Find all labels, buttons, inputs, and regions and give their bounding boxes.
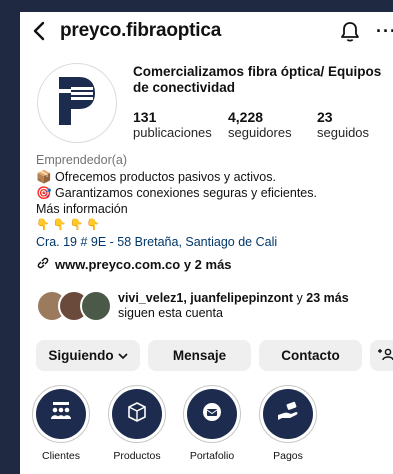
followed-by-suffix: siguen esta cuenta [118, 306, 223, 320]
bio-line-products: 📦 Ofrecemos productos pasivos y activos. [36, 170, 276, 184]
bio-line-guarantee: 🎯 Garantizamos conexiones seguras y efic… [36, 186, 317, 200]
preyco-logo-icon [55, 75, 99, 132]
highlight-clientes[interactable]: Clientes [32, 385, 90, 462]
highlight-cover [112, 389, 162, 439]
top-bar: preyco.fibraoptica ··· [20, 12, 393, 52]
contact-button-label: Contacto [281, 348, 340, 363]
link-icon [36, 256, 50, 273]
posts-label: publicaciones [133, 125, 212, 140]
chevron-down-icon [118, 348, 128, 363]
bio-address[interactable]: Cra. 19 # 9E - 58 Bretaña, Santiago de C… [36, 234, 277, 250]
highlight-label: Clientes [42, 450, 80, 462]
add-user-button[interactable] [370, 340, 393, 371]
follower-avatar [80, 290, 112, 322]
highlight-label: Portafolio [189, 450, 235, 462]
highlight-productos[interactable]: Productos [108, 385, 166, 462]
contact-button[interactable]: Contacto [259, 340, 362, 371]
box-icon [126, 401, 148, 428]
following-stat[interactable]: 23 seguidos [317, 109, 369, 141]
followers-stat[interactable]: 4,228 seguidores [228, 109, 292, 141]
profile-username: preyco.fibraoptica [60, 20, 222, 41]
following-count: 23 [317, 109, 333, 125]
following-button-label: Siguiendo [48, 348, 114, 363]
highlight-ring [108, 385, 166, 443]
highlight-ring [259, 385, 317, 443]
highlight-label: Productos [113, 450, 161, 462]
followers-label: seguidores [228, 125, 292, 140]
followed-by-text[interactable]: vivi_velez1, juanfelipepinzont y 23 más … [118, 291, 388, 321]
avatar[interactable] [37, 63, 117, 143]
portfolio-icon [201, 401, 223, 428]
bio-more-info: Más información [36, 202, 128, 216]
followed-by-more: 23 más [306, 291, 349, 305]
profile-display-name: Comercializamos fibra óptica/ Equipos de… [133, 64, 382, 95]
highlight-cover [187, 389, 237, 439]
add-user-icon [376, 347, 393, 364]
message-button-label: Mensaje [172, 348, 227, 363]
highlight-ring [183, 385, 241, 443]
followed-by-connector: y [293, 291, 307, 305]
followed-by-names: vivi_velez1, juanfelipepinzont [118, 291, 294, 305]
profile-screen: preyco.fibraoptica ··· Comercializamos f… [20, 12, 393, 474]
highlight-cover [36, 389, 86, 439]
following-label: seguidos [317, 125, 370, 140]
highlight-pagos[interactable]: Pagos [259, 385, 317, 462]
mutual-followers-avatars[interactable] [36, 290, 112, 322]
followers-count: 4,228 [228, 109, 264, 125]
team-icon [49, 401, 73, 427]
website-link[interactable]: www.preyco.com.co y 2 más [36, 256, 232, 273]
message-button[interactable]: Mensaje [148, 340, 251, 371]
payment-hand-icon [276, 401, 300, 428]
highlight-label: Pagos [273, 450, 303, 462]
posts-stat[interactable]: 131 publicaciones [133, 109, 212, 141]
highlight-cover [263, 389, 313, 439]
website-link-text: www.preyco.com.co y 2 más [55, 257, 232, 272]
bio-emojis: 👇 👇 👇 👇 [36, 219, 100, 231]
following-button[interactable]: Siguiendo [36, 340, 140, 371]
chevron-left-icon[interactable] [32, 21, 48, 41]
profile-category: Emprendedor(a) [36, 153, 128, 167]
highlight-ring [32, 385, 90, 443]
highlight-portafolio[interactable]: Portafolio [183, 385, 241, 462]
more-horizontal-icon[interactable]: ··· [376, 21, 393, 42]
bell-icon[interactable] [340, 21, 360, 43]
posts-count: 131 [133, 109, 157, 125]
